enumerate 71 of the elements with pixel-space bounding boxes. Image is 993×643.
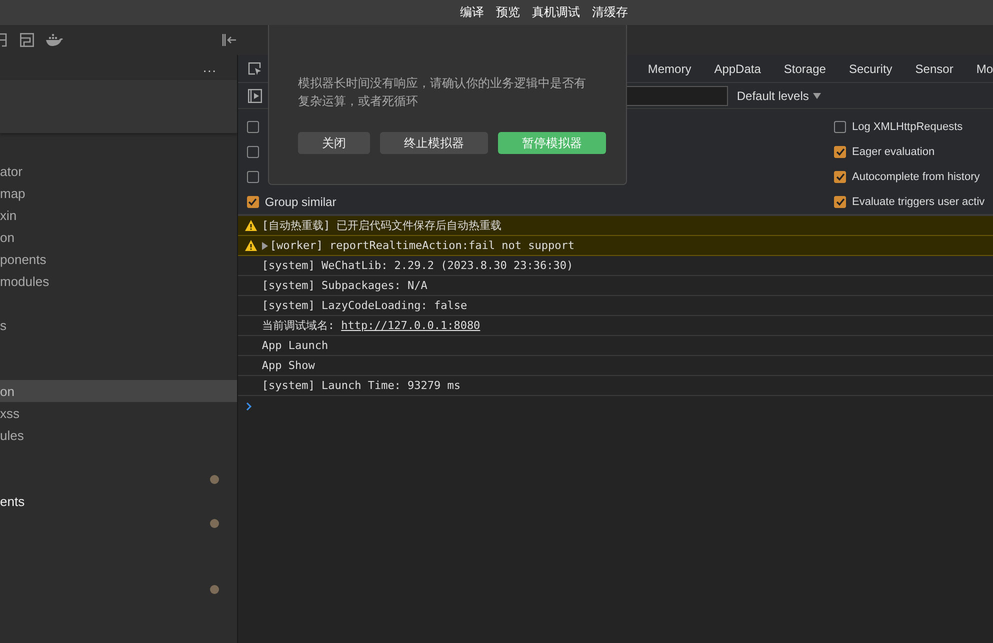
checkbox[interactable] — [834, 196, 846, 208]
devtools-tab[interactable]: AppData — [714, 62, 761, 76]
file-name: xin — [0, 208, 17, 222]
message-text: [system] WeChatLib: 2.29.2 (2023.8.30 23:36:30) — [262, 259, 574, 272]
layout-icon[interactable] — [20, 33, 34, 47]
file-row[interactable]: map — [0, 182, 237, 204]
message-text: [system] Subpackages: N/A — [262, 279, 428, 292]
file-row[interactable]: on — [0, 226, 237, 248]
checkbox[interactable] — [246, 121, 259, 134]
devtools-tab[interactable]: Sensor — [915, 62, 954, 76]
levels-dropdown[interactable]: Default levels — [736, 88, 821, 102]
caret-icon — [812, 92, 821, 98]
grid-icon[interactable] — [0, 33, 8, 47]
checkbox[interactable] — [246, 196, 259, 208]
warning-icon — [244, 240, 257, 251]
folder-name: ents — [0, 494, 25, 508]
collapse-panel-icon[interactable] — [222, 34, 237, 46]
checkbox[interactable] — [246, 170, 259, 183]
message-text: [自动热重载] 已开启代码文件保存后自动热重载 — [262, 218, 502, 233]
menu-item[interactable]: 预览 — [496, 4, 520, 21]
file-name: ules — [0, 428, 24, 442]
prompt-chevron-icon — [246, 402, 252, 410]
checkbox[interactable] — [834, 146, 846, 158]
message-text: App Show — [262, 359, 315, 372]
file-name: s — [0, 318, 6, 332]
file-row[interactable]: ator — [0, 160, 237, 182]
message-text: App Launch — [262, 339, 328, 352]
message-text: [worker] reportRealtimeAction:fail not support — [270, 239, 574, 252]
file-name: on — [0, 384, 14, 398]
file-row[interactable]: ules — [0, 424, 237, 446]
file-row[interactable]: xin — [0, 204, 237, 226]
setting-label: Autocomplete from history — [852, 170, 980, 183]
file-row[interactable]: s — [0, 314, 237, 336]
file-row[interactable]: xss — [0, 402, 237, 424]
checkbox[interactable] — [834, 121, 846, 134]
setting-label: Group similar — [264, 194, 336, 209]
file-row[interactable]: ents — [0, 490, 237, 512]
file-name: map — [0, 186, 26, 200]
devtools-tab[interactable]: Security — [848, 62, 892, 76]
message-text: 当前调试域名: — [262, 318, 336, 333]
inspect-icon[interactable] — [248, 62, 262, 76]
setting-label: Evaluate triggers user activ — [852, 196, 985, 208]
file-name: ator — [0, 164, 22, 178]
menu-item[interactable]: 真机调试 — [532, 4, 580, 21]
whale-icon[interactable] — [46, 34, 63, 46]
sidebar-toggle-icon[interactable] — [248, 88, 262, 102]
menu-item[interactable]: 编译 — [460, 4, 484, 21]
dialog-button[interactable]: 关闭 — [298, 132, 370, 154]
expand-icon[interactable] — [262, 242, 268, 250]
file-name: ponents — [0, 252, 46, 266]
message-text: [system] Launch Time: 93279 ms — [262, 379, 461, 392]
file-name: xss — [0, 406, 20, 420]
file-row[interactable]: ponents — [0, 248, 237, 270]
checkbox[interactable] — [246, 146, 259, 158]
checkbox[interactable] — [834, 170, 846, 183]
devtools-tab[interactable]: Memory — [648, 62, 692, 76]
dialog-message: 模拟器长时间没有响应，请确认你的业务逻辑中是否有复杂运算，或者死循环 — [298, 75, 587, 110]
setting-label: Log XMLHttpRequests — [852, 121, 963, 134]
message-text: [system] LazyCodeLoading: false — [262, 299, 468, 312]
file-name: modules — [0, 274, 50, 288]
file-name: on — [0, 230, 14, 244]
warning-icon — [244, 220, 257, 231]
more-menu[interactable]: ... — [203, 60, 217, 75]
dialog-button[interactable]: 终止模拟器 — [380, 132, 488, 154]
devtools-tab[interactable]: Mo — [976, 62, 993, 76]
setting-label: Eager evaluation — [852, 146, 935, 158]
menu-item[interactable]: 清缓存 — [592, 4, 628, 21]
url-link[interactable]: http://127.0.0.1:8080 — [341, 319, 480, 332]
file-row[interactable]: modules — [0, 270, 237, 292]
file-row[interactable]: on — [0, 380, 237, 402]
devtools-tab[interactable]: Storage — [784, 62, 826, 76]
